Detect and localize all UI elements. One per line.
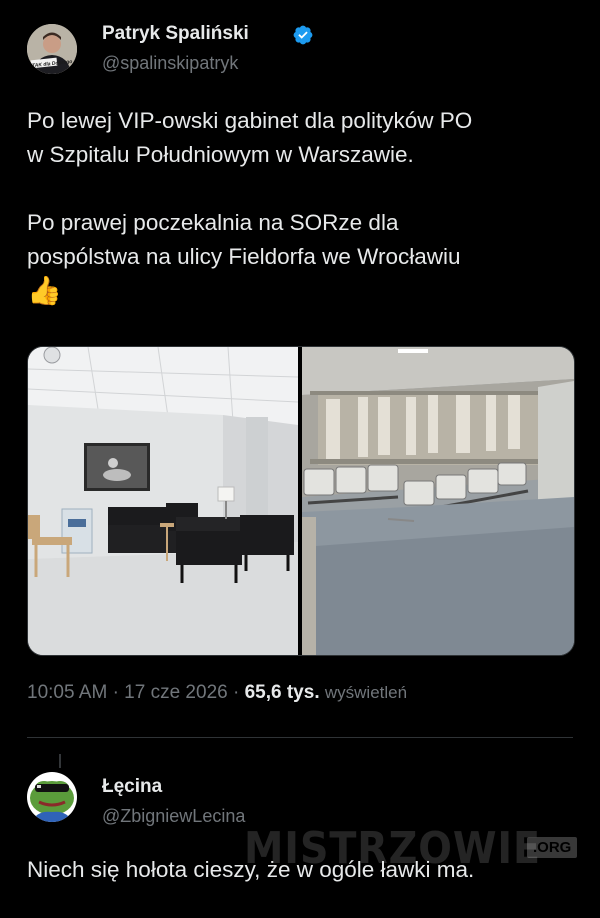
- tweet-time[interactable]: 10:05 AM: [27, 682, 107, 703]
- tweet-media[interactable]: [27, 346, 575, 656]
- frog-avatar-image: [27, 772, 77, 822]
- reply-avatar[interactable]: [27, 772, 77, 822]
- tweet-text-line: pospólstwa na ulicy Fieldorfa we Wrocław…: [27, 244, 461, 269]
- tweet-text: Po lewej VIP-owski gabinet dla polityków…: [27, 104, 587, 308]
- author-name[interactable]: Patryk Spaliński: [102, 23, 249, 45]
- meta-separator: ·: [232, 682, 245, 703]
- author-avatar[interactable]: TAK dla Dobrego: [27, 24, 77, 74]
- divider: [27, 737, 573, 738]
- tweet-meta: 10:05 AM · 17 cze 2026 · 65,6 tys. wyświ…: [27, 682, 407, 704]
- verified-badge-icon: [292, 24, 314, 51]
- reply-text: Niech się hołota cieszy, że w ogóle ławk…: [27, 857, 475, 882]
- reply-author-handle[interactable]: @ZbigniewLecina: [102, 806, 245, 827]
- tweet-text-line: w Szpitalu Południowym w Warszawie.: [27, 142, 414, 167]
- views-label: wyświetleń: [324, 683, 408, 702]
- meta-separator: ·: [112, 682, 125, 703]
- views-count: 65,6 tys.: [244, 682, 320, 703]
- tweet-date[interactable]: 17 cze 2026: [124, 682, 228, 703]
- office-lounge-photo[interactable]: [28, 347, 299, 655]
- tweet-text-line: Po prawej poczekalnia na SORze dla: [27, 210, 399, 235]
- thread-line: [59, 754, 61, 768]
- author-handle[interactable]: @spalinskipatryk: [102, 53, 238, 74]
- watermark-suffix: .ORG: [527, 837, 578, 858]
- waiting-room-photo[interactable]: [302, 347, 574, 655]
- thumbs-up-emoji: 👍: [27, 275, 62, 306]
- tweet-text-line: Po lewej VIP-owski gabinet dla polityków…: [27, 108, 473, 133]
- reply-author-name[interactable]: Łęcina: [102, 776, 162, 798]
